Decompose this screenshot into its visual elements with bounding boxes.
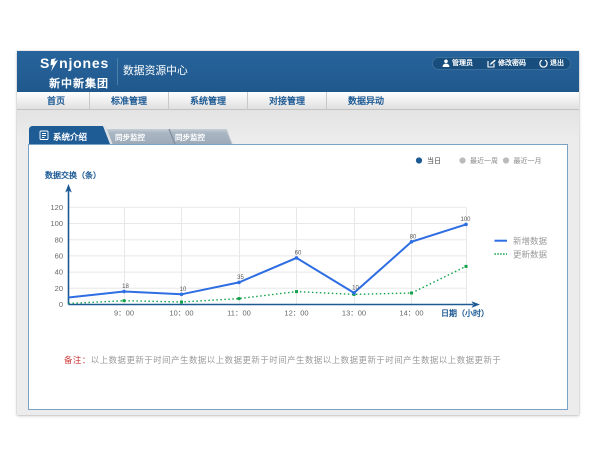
svg-text:40: 40 — [55, 268, 63, 277]
svg-text:14：00: 14：00 — [399, 309, 423, 318]
svg-text:10：00: 10：00 — [169, 309, 193, 318]
svg-text:35: 35 — [237, 275, 244, 281]
svg-text:当日: 当日 — [427, 156, 441, 165]
svg-text:13：00: 13：00 — [342, 309, 366, 318]
svg-text:9：00: 9：00 — [114, 309, 134, 318]
svg-text:80: 80 — [55, 235, 63, 244]
svg-text:日期（小时）: 日期（小时） — [441, 308, 489, 318]
svg-text:80: 80 — [410, 234, 417, 240]
svg-text:60: 60 — [295, 250, 302, 256]
svg-text:备注：以上数据更新于时间产生数据以上数据更新于时间产生数据以: 备注：以上数据更新于时间产生数据以上数据更新于时间产生数据以上数据更新于时间产生… — [64, 355, 501, 365]
svg-text:20: 20 — [55, 284, 63, 293]
svg-text:新增数据: 新增数据 — [513, 236, 548, 246]
svg-text:100: 100 — [50, 219, 63, 228]
svg-text:100: 100 — [460, 217, 471, 223]
svg-text:10: 10 — [352, 285, 359, 291]
svg-text:10: 10 — [180, 287, 187, 293]
svg-text:最近一周: 最近一周 — [470, 156, 498, 165]
svg-text:最近一月: 最近一月 — [514, 156, 542, 165]
svg-text:0: 0 — [59, 300, 63, 309]
svg-text:12：00: 12：00 — [284, 309, 308, 318]
svg-text:数据交换（条）: 数据交换（条） — [45, 170, 101, 180]
svg-text:更新数据: 更新数据 — [513, 249, 548, 259]
svg-text:11：00: 11：00 — [227, 309, 251, 318]
svg-text:18: 18 — [122, 284, 129, 290]
svg-text:120: 120 — [50, 203, 63, 212]
svg-text:60: 60 — [55, 252, 63, 261]
